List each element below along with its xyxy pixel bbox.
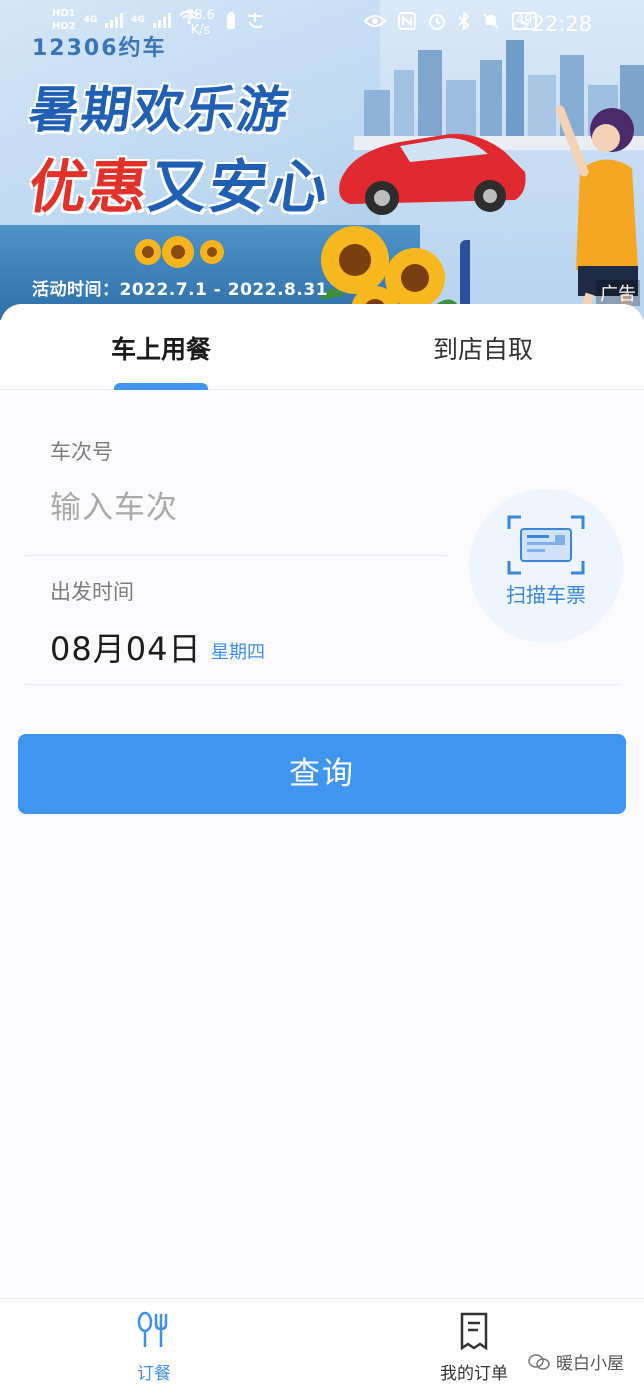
order-list-icon — [460, 1312, 488, 1351]
ad-label: 广告 — [596, 280, 640, 306]
network-label: 4G — [83, 15, 98, 25]
sim1-label: HD1 — [52, 8, 76, 19]
nav-my-orders[interactable]: 我的订单 — [404, 1311, 544, 1384]
system-icons: 49 — [364, 12, 537, 30]
battery-saver-icon — [227, 12, 235, 29]
clock: ⚡22:28 — [519, 12, 592, 36]
campaign-period: 活动时间：2022.7.1 - 2022.8.31 — [32, 280, 328, 300]
divider-train — [25, 555, 447, 556]
tab-bar: 车上用餐 到店自取 — [0, 304, 644, 390]
nav-order-label: 订餐 — [137, 1364, 171, 1384]
scan-ticket-icon — [507, 515, 585, 575]
fork-spoon-icon — [137, 1311, 168, 1347]
speed-value: 38.6 — [186, 8, 215, 23]
signal-strength-icon — [105, 12, 124, 28]
nav-order-meal[interactable]: 订餐 — [84, 1311, 224, 1384]
signal-group: HD1 HD2 4G 4G — [52, 8, 199, 32]
nav-my-orders-label: 我的订单 — [440, 1364, 508, 1384]
wechat-icon — [528, 1353, 550, 1370]
active-tab-indicator — [114, 383, 208, 390]
bottom-navigation: 订餐 我的订单 暖白小屋 — [0, 1298, 644, 1396]
eye-icon — [364, 15, 386, 27]
tab-onboard-meal[interactable]: 车上用餐 — [0, 330, 322, 366]
promo-banner[interactable]: 12306约车 暑期欢乐游 优惠又安心 活动时间：2022.7.1 - 2022… — [0, 0, 644, 320]
scan-ticket-label: 扫描车票 — [506, 583, 586, 607]
network-label-2: 4G — [131, 15, 145, 25]
signal-strength-2-icon — [152, 12, 171, 28]
alarm-icon — [429, 14, 445, 30]
departure-date-label: 出发时间 — [50, 580, 134, 604]
train-number-label: 车次号 — [50, 440, 113, 464]
charging-icon: ⚡ — [518, 15, 532, 36]
departure-weekday: 星期四 — [211, 642, 265, 663]
order-card: 车上用餐 到店自取 车次号 输入车次 出发时间 08月04日 星期四 扫描车票 … — [0, 304, 644, 1396]
divider-date — [25, 684, 619, 685]
speed-unit: K/s — [190, 23, 211, 38]
scan-ticket-button[interactable]: 扫描车票 — [469, 489, 623, 643]
departure-date-value[interactable]: 08月04日 — [50, 624, 201, 670]
clock-time: 22:28 — [531, 12, 592, 36]
nfc-icon — [398, 12, 416, 30]
sim2-label: HD2 — [52, 21, 76, 32]
bluetooth-icon — [458, 12, 470, 30]
watermark: 暖白小屋 — [528, 1349, 624, 1374]
network-speed: 38.6 K/s — [186, 8, 215, 38]
notification-icons — [226, 12, 264, 30]
tab-store-pickup[interactable]: 到店自取 — [322, 330, 644, 366]
status-bar: HD1 HD2 4G 4G 38.6 K/s 49 ⚡22:28 — [0, 0, 644, 48]
train-number-input[interactable]: 输入车次 — [50, 482, 178, 527]
query-button[interactable]: 查询 — [18, 734, 626, 814]
alipay-icon — [248, 13, 263, 29]
watermark-text: 暖白小屋 — [556, 1354, 624, 1374]
sunflower-illustration — [135, 226, 470, 320]
banner-headline-1: 暑期欢乐游 — [25, 81, 294, 139]
mute-bell-icon — [483, 13, 499, 29]
sim-labels: HD1 HD2 — [52, 8, 76, 32]
